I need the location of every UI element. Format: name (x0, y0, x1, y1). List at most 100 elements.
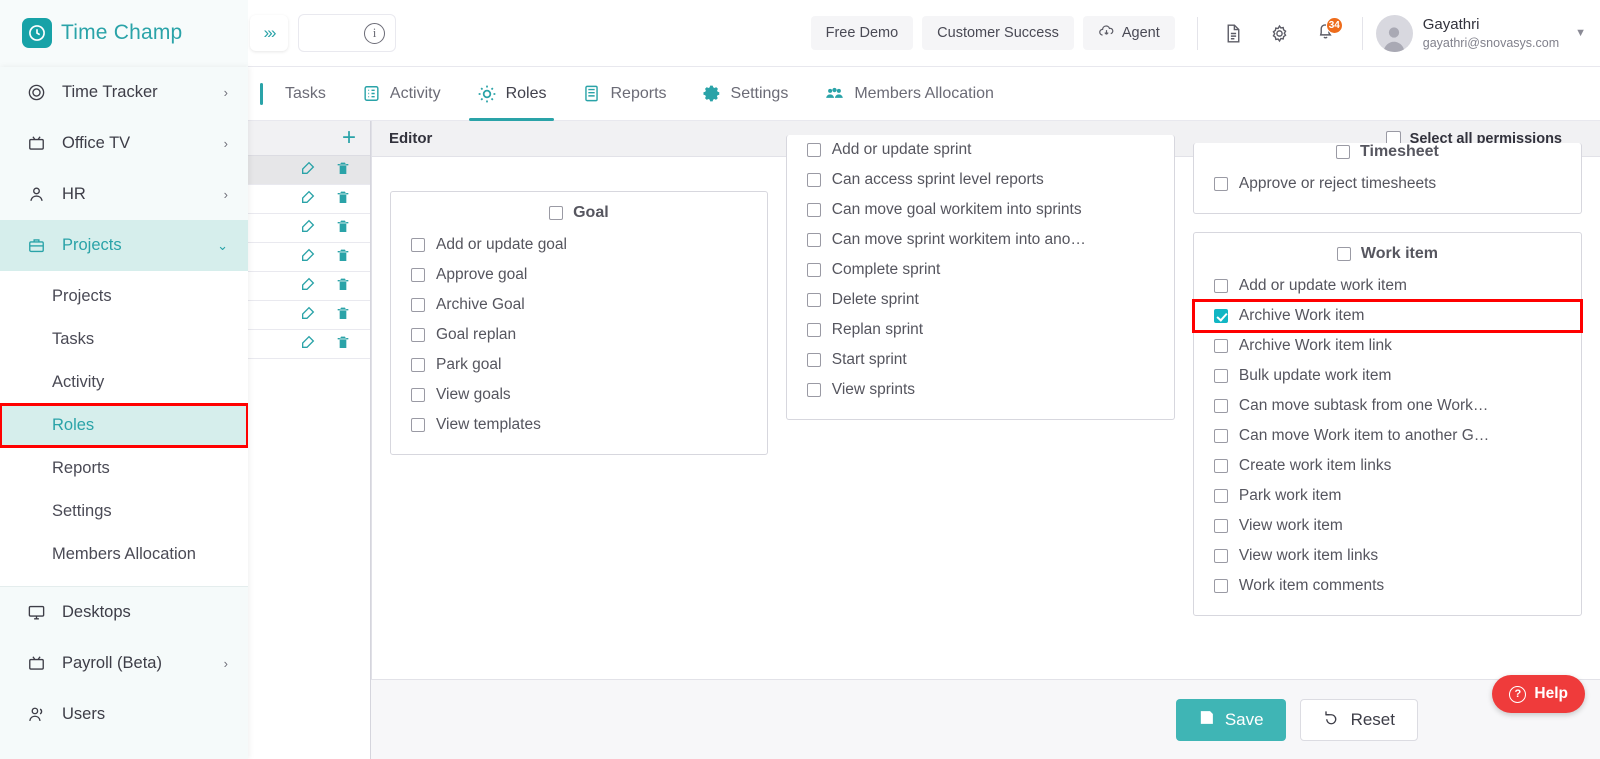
sidebar-item-payroll[interactable]: Payroll (Beta) › (0, 638, 248, 689)
edit-icon[interactable] (300, 305, 316, 326)
tab-activity[interactable]: Activity (344, 67, 459, 121)
trash-icon[interactable] (335, 218, 351, 239)
permission-can-move-work-item-to-another-goal[interactable]: Can move Work item to another G… (1194, 421, 1581, 451)
permission-label: Archive Work item (1238, 307, 1365, 324)
sidebar-item-activity[interactable]: Activity (0, 361, 248, 404)
trash-icon[interactable] (335, 305, 351, 326)
permission-view-goals[interactable]: View goals (391, 380, 767, 410)
trash-icon[interactable] (335, 276, 351, 297)
permission-label: Start sprint (831, 351, 907, 368)
checkbox-box (806, 143, 821, 157)
permission-bulk-update-work-item[interactable]: Bulk update work item (1194, 361, 1581, 391)
checkbox-box[interactable] (1336, 145, 1351, 159)
permission-work-item-comments[interactable]: Work item comments (1194, 571, 1581, 601)
permission-approve-goal[interactable]: Approve goal (391, 260, 767, 290)
header-divider-1 (1196, 16, 1198, 50)
sidebar-item-desktops[interactable]: Desktops (0, 587, 248, 638)
trash-icon[interactable] (335, 334, 351, 355)
group-title-work-item[interactable]: Work item (1194, 245, 1581, 263)
sidebar-item-hr[interactable]: HR › (0, 169, 248, 220)
checkbox-box (411, 298, 425, 312)
tab-settings[interactable]: Settings (685, 67, 807, 121)
edit-icon[interactable] (300, 276, 316, 297)
reset-button[interactable]: Reset (1299, 698, 1418, 741)
sidebar-item-tasks[interactable]: Tasks (0, 318, 248, 361)
checkbox-box (411, 268, 425, 282)
sidebar-item-roles[interactable]: Roles (0, 403, 248, 448)
gear-icon (702, 84, 722, 103)
trash-icon[interactable] (335, 160, 351, 181)
permission-can-move-subtask-from-one-work-item[interactable]: Can move subtask from one Work… (1194, 391, 1581, 421)
permission-view-templates[interactable]: View templates (391, 410, 767, 440)
notification-badge: 34 (1325, 17, 1343, 34)
tab-members-allocation[interactable]: Members Allocation (806, 67, 1012, 121)
tab-reports[interactable]: Reports (564, 67, 684, 121)
chevron-down-icon[interactable]: ▼ (1575, 27, 1586, 39)
permission-delete-sprint[interactable]: Delete sprint (787, 285, 1174, 315)
sidebar-item-office-tv[interactable]: Office TV › (0, 118, 248, 169)
tab-tasks[interactable]: Tasks (267, 67, 344, 121)
checkbox-box[interactable] (549, 206, 564, 220)
tab-label: Reports (610, 84, 667, 102)
edit-icon[interactable] (300, 189, 316, 210)
sidebar-item-projects[interactable]: Projects ⌄ (0, 220, 248, 271)
notifications-bell-button[interactable]: 34 (1309, 16, 1343, 50)
permission-archive-goal[interactable]: Archive Goal (391, 290, 767, 320)
help-widget-button[interactable]: ? Help (1492, 675, 1585, 713)
agent-button[interactable]: Agent (1082, 16, 1175, 50)
permission-add-or-update-goal[interactable]: Add or update goal (391, 230, 767, 260)
permission-add-or-update-work-item[interactable]: Add or update work item (1194, 271, 1581, 301)
permission-create-work-item-links[interactable]: Create work item links (1194, 451, 1581, 481)
group-title-timesheet[interactable]: Timesheet (1194, 143, 1581, 161)
permission-park-goal[interactable]: Park goal (391, 350, 767, 380)
permission-approve-or-reject-timesheets[interactable]: Approve or reject timesheets (1194, 169, 1581, 199)
permissions-editor-panel: Editor Select all permissions Goal Add o… (371, 121, 1600, 679)
info-icon[interactable]: i (364, 22, 385, 44)
permission-can-access-sprint-level-reports[interactable]: Can access sprint level reports (787, 165, 1174, 195)
permission-complete-sprint[interactable]: Complete sprint (787, 255, 1174, 285)
free-demo-button[interactable]: Free Demo (810, 16, 914, 50)
edit-icon[interactable] (300, 160, 316, 181)
plus-icon[interactable]: + (342, 126, 356, 150)
trash-icon[interactable] (335, 247, 351, 268)
tab-roles[interactable]: Roles (459, 67, 565, 121)
sidebar-item-reports[interactable]: Reports (0, 447, 248, 490)
group-title-goal[interactable]: Goal (391, 204, 767, 222)
sidebar-item-projects-sub[interactable]: Projects (0, 275, 248, 318)
user-info[interactable]: Gayathri gayathri@snovasys.com (1423, 15, 1559, 51)
gear-icon[interactable] (1263, 16, 1297, 50)
sidebar-item-time-tracker[interactable]: Time Tracker › (0, 67, 248, 118)
permission-view-work-item-links[interactable]: View work item links (1194, 541, 1581, 571)
permission-can-move-goal-workitem-into-sprints[interactable]: Can move goal workitem into sprints (787, 195, 1174, 225)
permission-column-2: Add or update sprint Can access sprint l… (785, 135, 1175, 679)
sidebar-collapse-toggle[interactable]: ››› (250, 15, 288, 51)
edit-icon[interactable] (300, 334, 316, 355)
permission-label: Can move Work item to another G… (1238, 427, 1490, 444)
permission-add-or-update-sprint[interactable]: Add or update sprint (787, 135, 1174, 165)
permission-label: View work item (1238, 517, 1343, 534)
permission-archive-work-item[interactable]: Archive Work item (1191, 299, 1584, 333)
report-icon (582, 84, 601, 103)
sidebar-item-settings[interactable]: Settings (0, 490, 248, 533)
permission-can-move-sprint-workitem-into-another[interactable]: Can move sprint workitem into ano… (787, 225, 1174, 255)
edit-icon[interactable] (300, 247, 316, 268)
permission-view-work-item[interactable]: View work item (1194, 511, 1581, 541)
edit-icon[interactable] (300, 218, 316, 239)
trash-icon[interactable] (335, 189, 351, 210)
permission-archive-work-item-link[interactable]: Archive Work item link (1194, 331, 1581, 361)
sidebar-item-members-allocation[interactable]: Members Allocation (0, 533, 248, 576)
customer-success-button[interactable]: Customer Success (922, 16, 1074, 50)
save-button[interactable]: Save (1175, 698, 1286, 741)
permission-start-sprint[interactable]: Start sprint (787, 345, 1174, 375)
permission-goal-replan[interactable]: Goal replan (391, 320, 767, 350)
permission-replan-sprint[interactable]: Replan sprint (787, 315, 1174, 345)
save-icon (1198, 709, 1215, 731)
checkbox-box[interactable] (1336, 247, 1351, 261)
permission-view-sprints[interactable]: View sprints (787, 375, 1174, 405)
avatar[interactable] (1375, 14, 1413, 52)
module-tabbar: Tasks Activity Roles Reports Settings Me… (248, 67, 1600, 121)
search-input[interactable]: i (298, 14, 396, 52)
sidebar-item-users[interactable]: Users (0, 689, 248, 740)
permission-park-work-item[interactable]: Park work item (1194, 481, 1581, 511)
document-icon[interactable] (1217, 16, 1251, 50)
